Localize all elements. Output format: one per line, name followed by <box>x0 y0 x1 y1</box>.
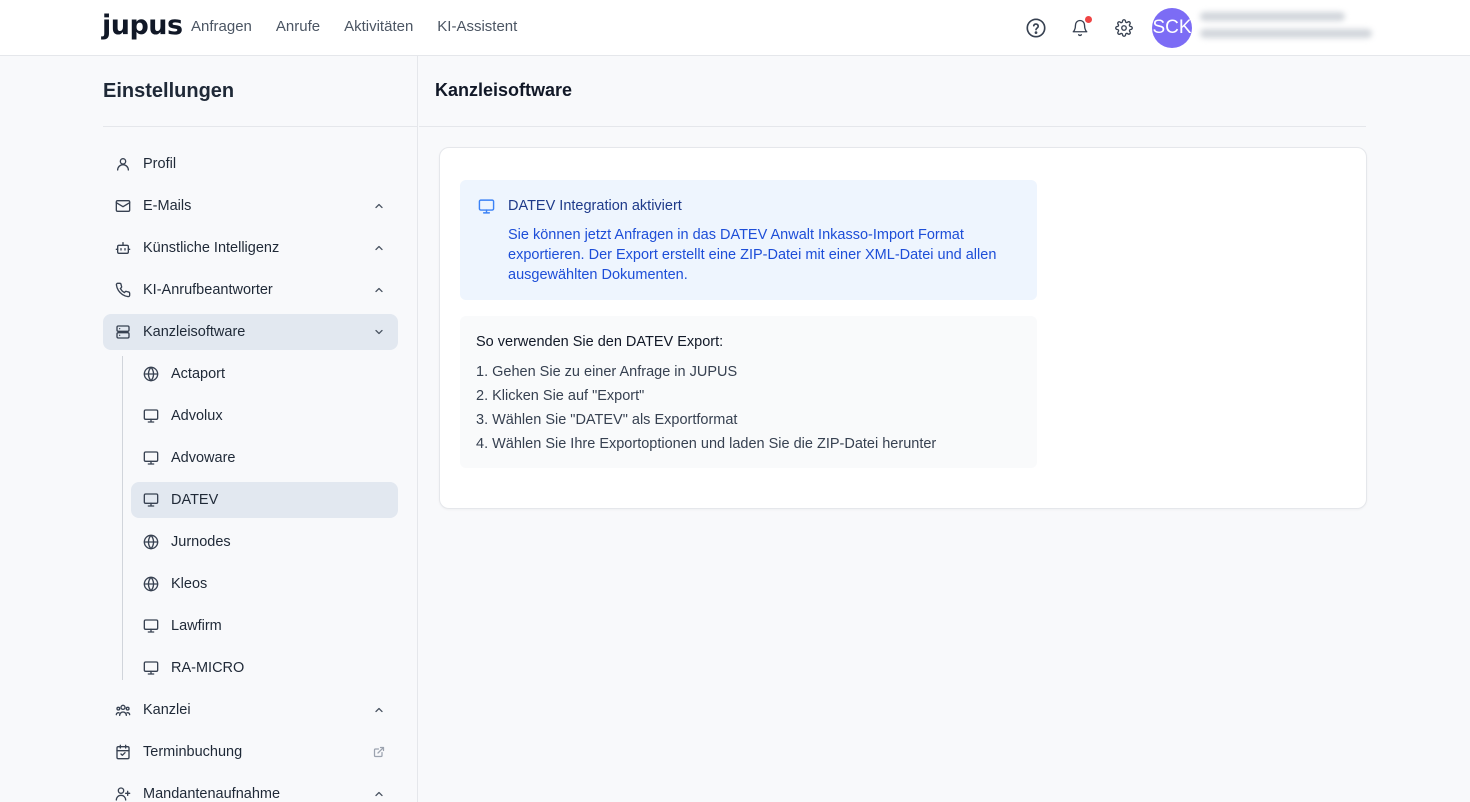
user-plus-icon <box>115 786 131 802</box>
bot-icon <box>115 240 131 256</box>
divider <box>419 126 1366 127</box>
jupus-logo[interactable]: jupus <box>102 10 183 41</box>
sidebar-item-label: Kleos <box>171 576 208 592</box>
user-avatar[interactable]: SCK <box>1152 8 1192 48</box>
user-icon <box>115 156 131 172</box>
external-link-icon[interactable] <box>372 745 386 759</box>
chevron-down-icon[interactable] <box>372 325 386 339</box>
mail-icon <box>115 198 131 214</box>
help-icon[interactable] <box>1024 16 1048 40</box>
sidebar-subitem-advolux[interactable]: Advolux <box>131 398 398 434</box>
sidebar-item-label: Advoware <box>171 450 236 466</box>
phone-icon <box>115 282 131 298</box>
monitor-icon <box>143 660 159 676</box>
sidebar-subitem-ra-micro[interactable]: RA-MICRO <box>131 650 398 686</box>
monitor-icon <box>143 492 159 508</box>
calendar-icon <box>115 744 131 760</box>
sidebar-title: Einstellungen <box>103 80 235 102</box>
monitor-icon <box>478 198 495 220</box>
server-icon <box>115 324 131 340</box>
globe-icon <box>143 534 159 550</box>
sidebar-item-mandantenaufnahme[interactable]: Mandantenaufnahme <box>103 776 398 802</box>
chevron-up-icon[interactable] <box>372 283 386 297</box>
sidebar-item-label: Actaport <box>171 366 225 382</box>
monitor-icon <box>143 450 159 466</box>
globe-icon <box>143 576 159 592</box>
divider <box>103 126 418 127</box>
chevron-up-icon[interactable] <box>372 241 386 255</box>
datev-card: DATEV Integration aktiviert Sie können j… <box>439 147 1367 509</box>
sidebar-subitem-actaport[interactable]: Actaport <box>131 356 398 392</box>
page-title: Kanzleisoftware <box>435 80 573 100</box>
notification-dot <box>1085 16 1092 23</box>
top-icons <box>1024 16 1136 40</box>
sidebar-item-ki-anrufbeantworter[interactable]: KI-Anrufbeantworter <box>103 272 398 308</box>
info-banner: DATEV Integration aktiviert Sie können j… <box>460 180 1037 300</box>
chevron-up-icon[interactable] <box>372 199 386 213</box>
list-item: 2. Klicken Sie auf "Export" <box>476 388 645 404</box>
monitor-icon <box>143 408 159 424</box>
gear-icon[interactable] <box>1112 16 1136 40</box>
users-icon <box>115 702 131 718</box>
instructions-title: So verwenden Sie den DATEV Export: <box>476 334 724 350</box>
sidebar-item-kuenstliche-intelligenz[interactable]: Künstliche Intelligenz <box>103 230 398 266</box>
sidebar-item-label: DATEV <box>171 492 219 508</box>
sidebar-subitem-kleos[interactable]: Kleos <box>131 566 398 602</box>
list-item: 4. Wählen Sie Ihre Exportoptionen und la… <box>476 436 937 452</box>
bell-icon[interactable] <box>1068 16 1092 40</box>
sidebar-item-kanzlei[interactable]: Kanzlei <box>103 692 398 728</box>
sidebar-subitem-jurnodes[interactable]: Jurnodes <box>131 524 398 560</box>
kanzleisoftware-submenu: Actaport Advolux Advoware DATEV Jurnodes… <box>122 356 398 686</box>
chevron-up-icon[interactable] <box>372 703 386 717</box>
sidebar-subitem-lawfirm[interactable]: Lawfirm <box>131 608 398 644</box>
instructions-list: 1. Gehen Sie zu einer Anfrage in JUPUS 2… <box>476 360 936 456</box>
sidebar-item-label: Terminbuchung <box>143 744 243 760</box>
sidebar-item-label: RA-MICRO <box>171 660 245 676</box>
info-text: Sie können jetzt Anfragen in das DATEV A… <box>508 227 997 283</box>
settings-sidebar: Einstellungen Profil E-Mails Künstliche … <box>0 56 418 802</box>
top-navbar: jupus Anfragen Anrufe Aktivitäten KI-Ass… <box>0 0 1470 56</box>
instructions-box: So verwenden Sie den DATEV Export: 1. Ge… <box>460 316 1037 468</box>
list-item: 3. Wählen Sie "DATEV" als Exportformat <box>476 412 738 428</box>
sidebar-item-kanzleisoftware[interactable]: Kanzleisoftware <box>103 314 398 350</box>
globe-icon <box>143 366 159 382</box>
sidebar-subitem-datev[interactable]: DATEV <box>131 482 398 518</box>
info-title: DATEV Integration aktiviert <box>508 198 682 214</box>
sidebar-item-label: Profil <box>143 156 177 172</box>
user-info-blurred <box>1200 12 1372 46</box>
nav-aktivitaeten[interactable]: Aktivitäten <box>344 18 413 35</box>
sidebar-subitem-advoware[interactable]: Advoware <box>131 440 398 476</box>
sidebar-item-label: Advolux <box>171 408 223 424</box>
sidebar-item-emails[interactable]: E-Mails <box>103 188 398 224</box>
sidebar-item-label: Mandantenaufnahme <box>143 786 281 802</box>
sidebar-item-label: Kanzlei <box>143 702 191 718</box>
sidebar-item-label: Kanzleisoftware <box>143 324 246 340</box>
submenu-guide-line <box>122 356 123 680</box>
settings-menu: Profil E-Mails Künstliche Intelligenz KI… <box>103 146 398 802</box>
monitor-icon <box>143 618 159 634</box>
sidebar-item-label: Jurnodes <box>171 534 231 550</box>
nav-ki-assistent[interactable]: KI-Assistent <box>437 18 517 35</box>
chevron-up-icon[interactable] <box>372 787 386 801</box>
nav-anrufe[interactable]: Anrufe <box>276 18 320 35</box>
sidebar-item-label: E-Mails <box>143 198 192 214</box>
sidebar-item-label: Künstliche Intelligenz <box>143 240 280 256</box>
nav-anfragen[interactable]: Anfragen <box>191 18 252 35</box>
sidebar-item-terminbuchung[interactable]: Terminbuchung <box>103 734 398 770</box>
main-nav: Anfragen Anrufe Aktivitäten KI-Assistent <box>191 18 517 35</box>
sidebar-item-label: KI-Anrufbeantworter <box>143 282 273 298</box>
sidebar-item-label: Lawfirm <box>171 618 222 634</box>
sidebar-item-profil[interactable]: Profil <box>103 146 398 182</box>
list-item: 1. Gehen Sie zu einer Anfrage in JUPUS <box>476 364 738 380</box>
